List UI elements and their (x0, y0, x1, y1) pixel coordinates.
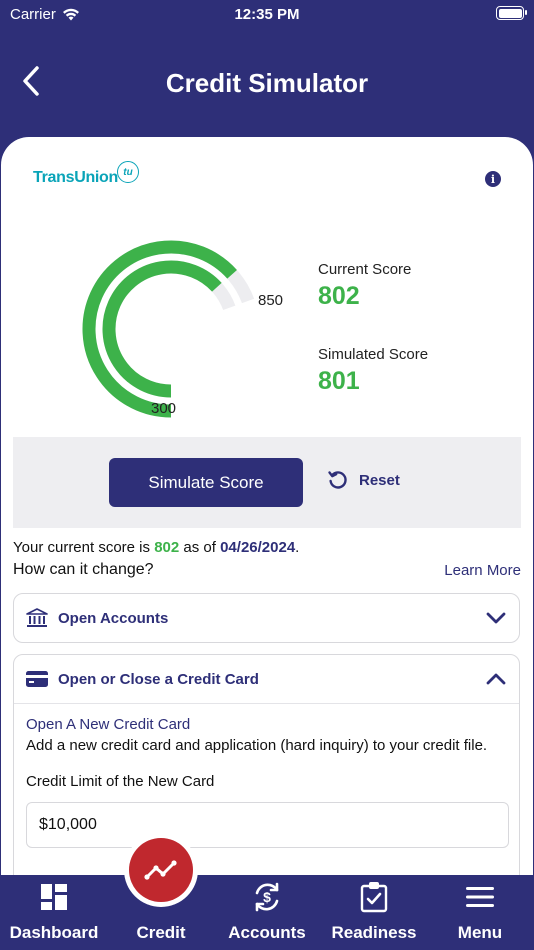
summary-prefix: Your current score is (13, 539, 151, 556)
gauge-min-label: 300 (151, 400, 177, 417)
accordion-open-accounts: Open Accounts (13, 593, 520, 643)
change-question: How can it change? (13, 561, 154, 578)
brand-badge: tu (117, 161, 139, 183)
chevron-down-icon (486, 612, 506, 624)
summary-suffix: . (295, 539, 300, 556)
credit-limit-label: Credit Limit of the New Card (26, 773, 215, 790)
gauge-max-label: 850 (258, 292, 284, 309)
transunion-logo: TransUnion tu (33, 161, 139, 187)
accordion-credit-card: Open or Close a Credit Card Open A New C… (13, 654, 520, 887)
tab-accounts[interactable]: $ Accounts (218, 875, 316, 950)
summary-middle: as of (183, 539, 216, 556)
credit-card-icon (26, 671, 48, 687)
info-icon[interactable]: i (485, 171, 501, 187)
accordion-body-credit-card: Open A New Credit Card Add a new credit … (14, 703, 519, 883)
current-score-summary: Your current score is 802 as of 04/26/20… (13, 539, 299, 556)
tab-dashboard[interactable]: Dashboard (4, 875, 104, 950)
status-bar: Carrier 12:35 PM (0, 0, 534, 28)
reset-label: Reset (359, 471, 400, 489)
tab-label-readiness: Readiness (331, 923, 417, 942)
accordion-label-credit-card: Open or Close a Credit Card (58, 670, 259, 688)
credit-limit-input[interactable]: $10,000 (26, 802, 509, 848)
gauge-arc-simulated (102, 260, 222, 398)
accordion-header-credit-card[interactable]: Open or Close a Credit Card (14, 655, 519, 703)
dashboard-grid-icon (41, 884, 67, 910)
reset-button[interactable]: Reset (327, 469, 400, 491)
simulate-panel: Simulate Score Reset (13, 437, 521, 528)
trend-line-icon (144, 860, 177, 880)
battery-icon (496, 6, 527, 20)
svg-text:$: $ (263, 889, 271, 905)
summary-score: 802 (154, 539, 180, 556)
credit-fab-button[interactable] (124, 833, 198, 907)
tab-bar: Dashboard Credit $ Accounts Readiness Me… (0, 875, 534, 950)
tab-menu[interactable]: Menu (438, 875, 522, 950)
brand-name: TransUnion (33, 169, 119, 186)
page-title: Credit Simulator (165, 68, 369, 98)
accordion-header-open-accounts[interactable]: Open Accounts (14, 594, 519, 642)
simulated-score-value: 801 (318, 367, 360, 395)
clock: 12:35 PM (234, 6, 300, 23)
learn-more-link[interactable]: Learn More (444, 562, 521, 579)
current-score-block: Current Score 802 (318, 261, 411, 311)
current-score-value: 802 (318, 282, 360, 310)
navigation-bar: Credit Simulator (0, 50, 534, 112)
current-score-label: Current Score (318, 261, 412, 278)
summary-date: 04/26/2024 (220, 539, 296, 556)
option-description: Add a new credit card and application (h… (26, 737, 488, 754)
accordion-label-open-accounts: Open Accounts (58, 609, 169, 627)
tab-readiness[interactable]: Readiness (324, 875, 424, 950)
tab-label-accounts: Accounts (228, 923, 306, 942)
simulated-score-block: Simulated Score 801 (318, 346, 428, 396)
tab-label-dashboard: Dashboard (9, 923, 99, 942)
score-gauge (82, 240, 255, 418)
simulated-score-label: Simulated Score (318, 346, 429, 363)
content-sheet: TransUnion tu i 850 300 Current Score 80… (1, 137, 533, 887)
option-title[interactable]: Open A New Credit Card (26, 716, 507, 733)
dollar-exchange-icon: $ (255, 882, 279, 912)
chevron-up-icon (486, 673, 506, 685)
simulate-score-button[interactable]: Simulate Score (109, 458, 303, 507)
tab-label-credit: Credit (136, 923, 186, 942)
hamburger-menu-icon (466, 887, 494, 907)
tab-label-menu: Menu (457, 923, 503, 942)
clipboard-check-icon (360, 882, 388, 913)
bank-icon (26, 608, 48, 627)
reset-icon (328, 471, 347, 489)
